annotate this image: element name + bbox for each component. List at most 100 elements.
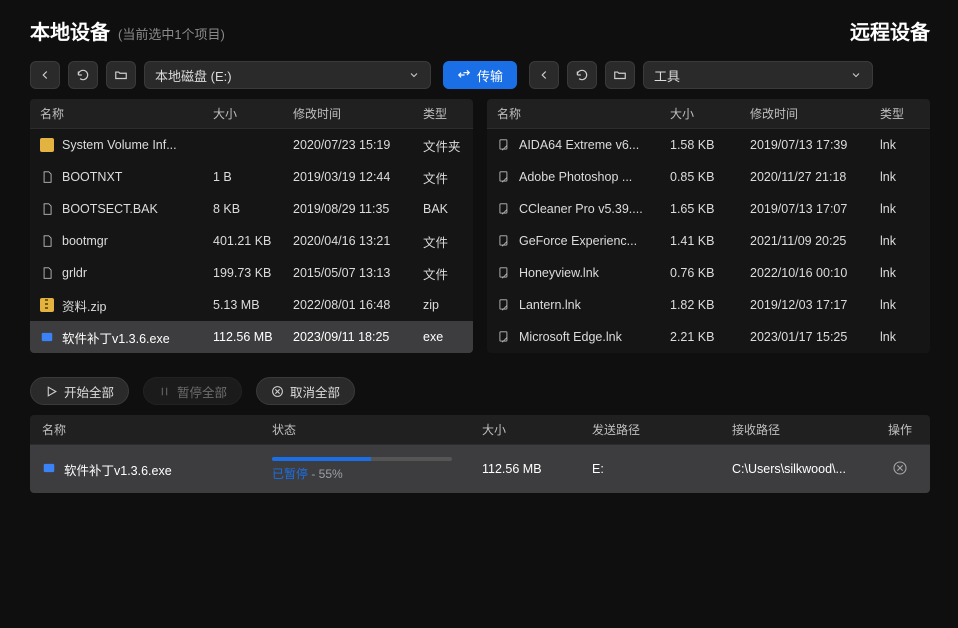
col-type[interactable]: 类型 xyxy=(870,105,930,122)
file-date: 2019/12/03 17:17 xyxy=(740,298,870,312)
file-name: Adobe Photoshop ... xyxy=(519,170,632,184)
chevron-down-icon xyxy=(408,69,420,81)
file-row[interactable]: 软件补丁v1.3.6.exe112.56 MB2023/09/11 18:25e… xyxy=(30,321,473,353)
chevron-left-icon xyxy=(38,68,52,82)
local-path-text: 本地磁盘 (E:) xyxy=(155,66,232,85)
remote-path-selector[interactable]: 工具 xyxy=(643,61,873,89)
file-type: lnk xyxy=(870,266,930,280)
file-icon xyxy=(40,202,54,216)
file-type: 文件 xyxy=(413,168,473,187)
file-date: 2019/07/13 17:07 xyxy=(740,202,870,216)
col-name[interactable]: 名称 xyxy=(487,105,660,122)
local-folder-button[interactable] xyxy=(106,61,136,89)
pause-icon xyxy=(158,385,171,398)
file-date: 2015/05/07 13:13 xyxy=(283,266,413,280)
transfer-queue: 名称 状态 大小 发送路径 接收路径 操作 软件补丁v1.3.6.exe已暂停 … xyxy=(30,415,930,493)
file-type: 文件夹 xyxy=(413,136,473,155)
file-size: 0.85 KB xyxy=(660,170,740,184)
file-date: 2019/07/13 17:39 xyxy=(740,138,870,152)
progress-bar xyxy=(272,457,452,461)
file-row[interactable]: grldr199.73 KB2015/05/07 13:13文件 xyxy=(30,257,473,289)
local-back-button[interactable] xyxy=(30,61,60,89)
file-size: 199.73 KB xyxy=(203,266,283,280)
col-name[interactable]: 名称 xyxy=(30,105,203,122)
remote-back-button[interactable] xyxy=(529,61,559,89)
file-row[interactable]: Adobe Photoshop ... 0.85 KB2020/11/27 21:… xyxy=(487,161,930,193)
refresh-icon xyxy=(76,68,90,82)
start-all-label: 开始全部 xyxy=(64,382,114,401)
file-row[interactable]: Lantern.lnk1.82 KB2019/12/03 17:17lnk xyxy=(487,289,930,321)
chevron-left-icon xyxy=(537,68,551,82)
col-date[interactable]: 修改时间 xyxy=(283,105,413,122)
lnk-icon xyxy=(497,170,511,184)
file-name: AIDA64 Extreme v6... xyxy=(519,138,639,152)
file-type: BAK xyxy=(413,202,473,216)
file-row[interactable]: AIDA64 Extreme v6... 1.58 KB2019/07/13 17… xyxy=(487,129,930,161)
col-date[interactable]: 修改时间 xyxy=(740,105,870,122)
file-size: 1.82 KB xyxy=(660,298,740,312)
file-name: BOOTSECT.BAK xyxy=(62,202,158,216)
file-date: 2022/10/16 00:10 xyxy=(740,266,870,280)
remote-path-text: 工具 xyxy=(654,66,680,85)
refresh-icon xyxy=(575,68,589,82)
file-size: 8 KB xyxy=(203,202,283,216)
remove-icon[interactable] xyxy=(892,460,908,476)
file-row[interactable]: Microsoft Edge.lnk2.21 KB2023/01/17 15:2… xyxy=(487,321,930,353)
file-type: lnk xyxy=(870,330,930,344)
selection-hint: (当前选中1个项目) xyxy=(118,24,225,43)
qcol-status[interactable]: 状态 xyxy=(260,421,470,438)
file-type: zip xyxy=(413,298,473,312)
file-name: bootmgr xyxy=(62,234,108,248)
play-icon xyxy=(45,385,58,398)
queue-dst: C:\Users\silkwood\... xyxy=(720,462,870,476)
qcol-name[interactable]: 名称 xyxy=(30,421,260,438)
cancel-icon xyxy=(271,385,284,398)
file-row[interactable]: Honeyview.lnk0.76 KB2022/10/16 00:10lnk xyxy=(487,257,930,289)
file-row[interactable]: System Volume Inf...2020/07/23 15:19文件夹 xyxy=(30,129,473,161)
cancel-all-label: 取消全部 xyxy=(290,382,340,401)
cancel-all-button[interactable]: 取消全部 xyxy=(256,377,355,405)
col-type[interactable]: 类型 xyxy=(413,105,473,122)
zip-icon xyxy=(40,298,54,312)
qcol-size[interactable]: 大小 xyxy=(470,421,580,438)
file-row[interactable]: BOOTSECT.BAK8 KB2019/08/29 11:35BAK xyxy=(30,193,473,225)
col-size[interactable]: 大小 xyxy=(660,105,740,122)
local-path-selector[interactable]: 本地磁盘 (E:) xyxy=(144,61,431,89)
file-row[interactable]: bootmgr401.21 KB2020/04/16 13:21文件 xyxy=(30,225,473,257)
local-refresh-button[interactable] xyxy=(68,61,98,89)
qcol-src[interactable]: 发送路径 xyxy=(580,421,720,438)
queue-size: 112.56 MB xyxy=(470,462,580,476)
local-title: 本地设备 xyxy=(30,16,110,45)
remote-folder-button[interactable] xyxy=(605,61,635,89)
file-name: System Volume Inf... xyxy=(62,138,177,152)
qcol-dst[interactable]: 接收路径 xyxy=(720,421,870,438)
file-type: lnk xyxy=(870,202,930,216)
queue-row[interactable]: 软件补丁v1.3.6.exe已暂停 - 55%112.56 MBE:C:\Use… xyxy=(30,445,930,493)
file-row[interactable]: GeForce Experienc...1.41 KB2021/11/09 20… xyxy=(487,225,930,257)
file-size: 112.56 MB xyxy=(203,330,283,344)
remote-refresh-button[interactable] xyxy=(567,61,597,89)
transfer-button[interactable]: 传输 xyxy=(443,61,517,89)
qcol-op[interactable]: 操作 xyxy=(870,421,930,438)
pause-all-label: 暂停全部 xyxy=(177,382,227,401)
file-date: 2020/04/16 13:21 xyxy=(283,234,413,248)
file-date: 2023/01/17 15:25 xyxy=(740,330,870,344)
file-date: 2020/11/27 21:18 xyxy=(740,170,870,184)
exe-icon xyxy=(40,330,54,344)
file-date: 2022/08/01 16:48 xyxy=(283,298,413,312)
file-row[interactable]: 资料.zip5.13 MB2022/08/01 16:48zip xyxy=(30,289,473,321)
file-size: 1.58 KB xyxy=(660,138,740,152)
file-type: 文件 xyxy=(413,264,473,283)
file-type: lnk xyxy=(870,138,930,152)
exe-icon xyxy=(42,461,56,478)
file-name: Microsoft Edge.lnk xyxy=(519,330,622,344)
file-name: BOOTNXT xyxy=(62,170,122,184)
col-size[interactable]: 大小 xyxy=(203,105,283,122)
file-row[interactable]: CCleaner Pro v5.39....1.65 KB2019/07/13 … xyxy=(487,193,930,225)
file-date: 2021/11/09 20:25 xyxy=(740,234,870,248)
file-row[interactable]: BOOTNXT1 B2019/03/19 12:44文件 xyxy=(30,161,473,193)
lnk-icon xyxy=(497,330,511,344)
file-size: 1.65 KB xyxy=(660,202,740,216)
start-all-button[interactable]: 开始全部 xyxy=(30,377,129,405)
lnk-icon xyxy=(497,202,511,216)
